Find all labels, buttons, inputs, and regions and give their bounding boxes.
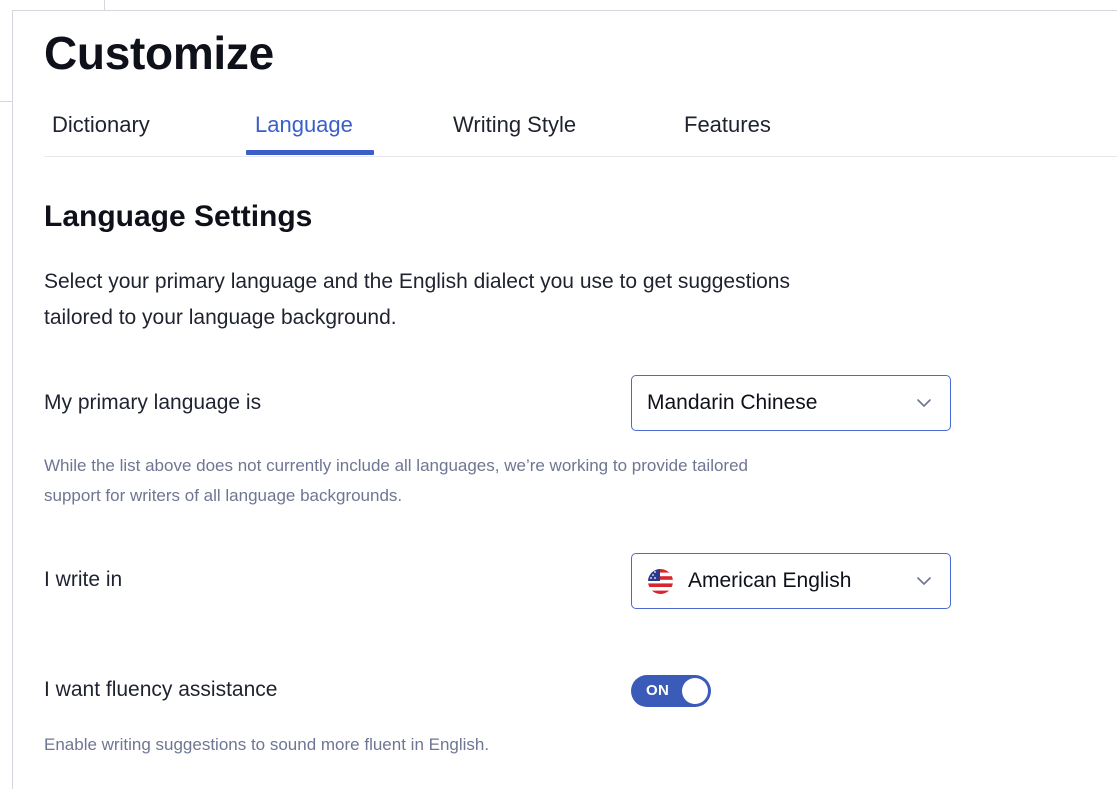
tab-writing-style[interactable]: Writing Style [453, 104, 576, 157]
us-flag-icon [647, 568, 674, 595]
tab-features[interactable]: Features [684, 104, 771, 157]
section-description: Select your primary language and the Eng… [44, 264, 964, 336]
primary-language-value: Mandarin Chinese [647, 391, 818, 414]
dialect-label: I write in [44, 568, 123, 591]
tab-dictionary[interactable]: Dictionary [52, 104, 150, 157]
panel-divider-stub [104, 0, 105, 11]
toggle-state-label: ON [646, 682, 670, 699]
dialect-value: American English [688, 569, 852, 592]
active-tab-indicator [246, 150, 374, 155]
section-description-line: Select your primary language and the Eng… [44, 270, 790, 293]
panel-top-border [12, 10, 1117, 11]
chevron-down-icon [898, 553, 950, 609]
section-description-line: tailored to your language background. [44, 306, 397, 329]
chevron-down-icon [898, 375, 950, 431]
primary-language-hint: While the list above does not currently … [44, 451, 964, 511]
hint-line: While the list above does not currently … [44, 456, 748, 475]
page-title: Customize [44, 27, 274, 79]
toggle-knob [682, 678, 708, 704]
fluency-hint: Enable writing suggestions to sound more… [44, 735, 490, 754]
tab-bar: Dictionary Language Writing Style Featur… [44, 104, 1117, 157]
panel-left-border [12, 10, 13, 789]
dialect-select[interactable]: American English [631, 553, 951, 609]
section-title: Language Settings [44, 200, 313, 233]
primary-language-label: My primary language is [44, 391, 262, 414]
hint-line: support for writers of all language back… [44, 486, 403, 505]
fluency-label: I want fluency assistance [44, 678, 278, 701]
fluency-toggle[interactable]: ON [631, 675, 711, 707]
panel-divider-stub [0, 101, 13, 102]
primary-language-select[interactable]: Mandarin Chinese [631, 375, 951, 431]
